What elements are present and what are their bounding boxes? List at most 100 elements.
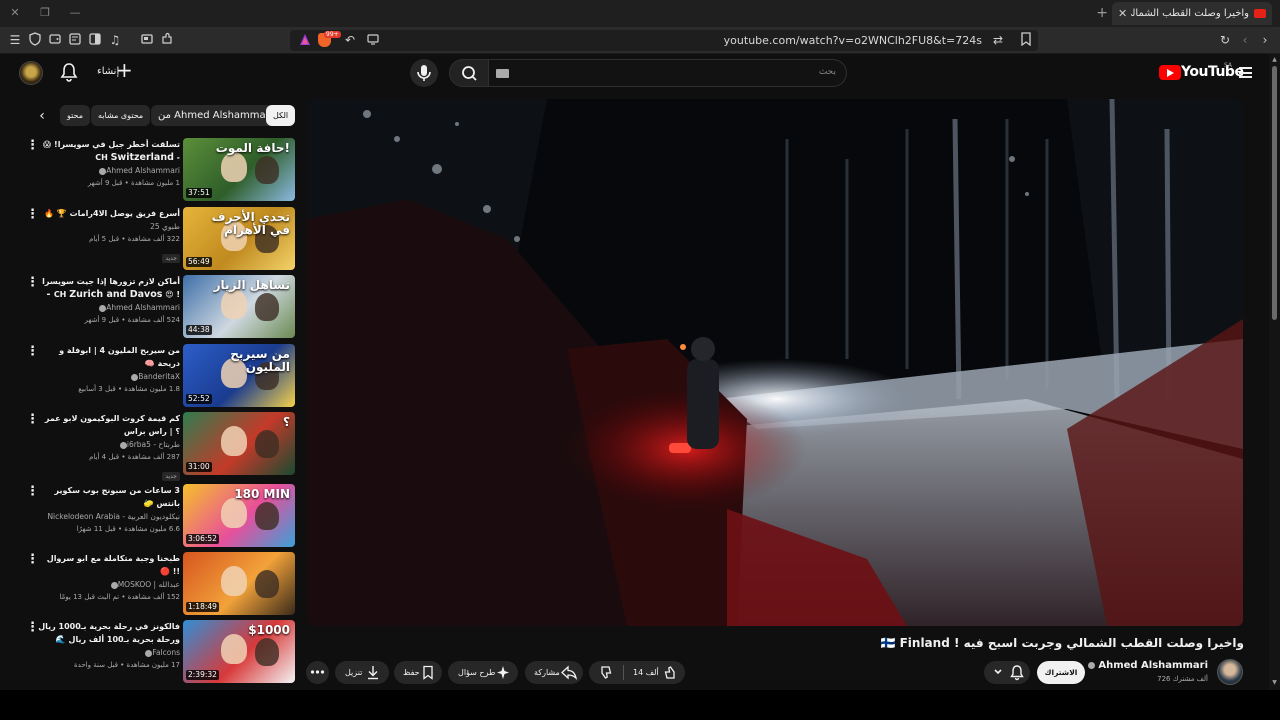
site-settings-icon[interactable]: ⇄: [990, 32, 1006, 48]
voice-search-button[interactable]: [410, 59, 438, 87]
scroll-up-icon[interactable]: ▲: [1271, 56, 1278, 63]
brave-rewards-icon[interactable]: [300, 34, 310, 46]
subscribe-button[interactable]: الاشتراك: [1037, 661, 1085, 684]
share-button[interactable]: مشاركة: [525, 661, 583, 684]
recommendation-card[interactable]: ⋮ طبخنا وجبة متكاملة مع ابو سروال !! 🔴 عبد…: [24, 552, 296, 616]
bookmark-icon[interactable]: [1018, 32, 1034, 48]
scrollbar-thumb[interactable]: [1272, 66, 1277, 320]
recommendation-thumbnail[interactable]: من سيربح المليون 52:52: [183, 344, 295, 407]
search-input[interactable]: بحث: [489, 59, 847, 87]
dislike-icon[interactable]: [599, 665, 615, 680]
recommendation-channel[interactable]: نيكلوديون العربية - Nickelodeon Arabia: [38, 510, 180, 523]
undo-icon[interactable]: ↶: [342, 32, 358, 48]
search-button[interactable]: [449, 59, 489, 87]
reload-icon[interactable]: ↻: [1217, 32, 1233, 48]
notification-preferences-button[interactable]: [984, 661, 1030, 684]
more-actions-button[interactable]: [306, 661, 329, 684]
more-options-icon[interactable]: ⋮: [26, 621, 39, 636]
recommendation-title[interactable]: طبخنا وجبة متكاملة مع ابو سروال !! 🔴: [38, 552, 180, 578]
recommendation-thumbnail[interactable]: $1000 2:39:32: [183, 620, 295, 683]
keyboard-icon[interactable]: [496, 69, 509, 78]
like-icon[interactable]: [661, 665, 677, 680]
new-tab-button[interactable]: +: [1096, 5, 1108, 21]
account-avatar[interactable]: [19, 61, 43, 85]
window-close-icon[interactable]: ✕: [7, 5, 23, 21]
chip-related[interactable]: محتوى مشابه: [91, 105, 151, 126]
ask-button[interactable]: طرح سؤال: [448, 661, 518, 684]
recommendation-thumbnail[interactable]: حافة الموت! 37:51: [183, 138, 295, 201]
chip-all[interactable]: الكل: [266, 105, 296, 126]
recommendation-channel[interactable]: طربتاح - i6rba5: [38, 438, 180, 451]
recommendation-title[interactable]: من سيربح المليون 4 | ابوفلة و دريحة 🧠: [38, 344, 180, 370]
more-options-icon[interactable]: ⋮: [26, 413, 39, 428]
recommendation-card[interactable]: ⋮ 3 ساعات من سبونج بوب سكوير بانتس 🧽 نيكلو…: [24, 484, 296, 548]
recommendation-channel[interactable]: Ahmed Alshammari: [38, 301, 180, 314]
create-plus-icon[interactable]: +: [116, 60, 133, 80]
recommendation-channel[interactable]: عبدالله | MOSKOO: [38, 578, 180, 591]
reading-list-icon[interactable]: [67, 32, 83, 48]
cast-icon[interactable]: [365, 32, 381, 48]
music-icon[interactable]: ♫: [107, 32, 123, 48]
screenshot-icon[interactable]: [139, 32, 155, 48]
more-options-icon[interactable]: ⋮: [26, 485, 39, 500]
like-count[interactable]: 14 ألف: [633, 661, 659, 684]
extensions-icon[interactable]: [159, 32, 175, 48]
recommendation-card[interactable]: ⋮ تسلقت أخطر جبل في سويسرا! 😱 - CH Switze…: [24, 138, 296, 202]
scroll-down-icon[interactable]: ▼: [1271, 679, 1278, 686]
forward-icon[interactable]: ›: [1257, 32, 1273, 48]
wallet-icon[interactable]: [47, 32, 63, 48]
shield-settings-icon[interactable]: [27, 32, 43, 48]
sidebar-toggle-icon[interactable]: [87, 32, 103, 48]
recommendation-title[interactable]: 3 ساعات من سبونج بوب سكوير بانتس 🧽: [38, 484, 180, 510]
tab-close-icon[interactable]: ✕: [1118, 7, 1127, 20]
subscriber-count: 726 ألف مشترك: [1157, 675, 1208, 683]
save-button[interactable]: حفظ: [394, 661, 442, 684]
window-maximize-icon[interactable]: ❐: [37, 5, 53, 21]
chip-related-partial[interactable]: محتو: [60, 105, 90, 126]
video-player[interactable]: [307, 99, 1243, 626]
youtube-logo-icon[interactable]: [1159, 65, 1181, 80]
recommendation-title[interactable]: تسلقت أخطر جبل في سويسرا! 😱 - CH Switzer…: [38, 138, 180, 164]
recommendation-title[interactable]: أسرع فريق يوصل الا4رامات 🏆 🔥: [38, 207, 180, 220]
recommendation-meta: 3 ساعات من سبونج بوب سكوير بانتس 🧽 نيكلود…: [38, 484, 180, 535]
channel-name[interactable]: Ahmed Alshammari: [1088, 660, 1208, 671]
recommendation-card[interactable]: ⋮ أماكن لازم تزورها إذا جيت سويسرا ! 😍 CH…: [24, 275, 296, 339]
chips-scroll-left-button[interactable]: ‹: [34, 108, 50, 124]
recommendation-channel[interactable]: طبوي 25: [38, 220, 180, 233]
region-code: SA: [1224, 62, 1233, 69]
menu-icon[interactable]: ☰: [7, 32, 23, 48]
recommendation-thumbnail[interactable]: ؟ 31:00: [183, 412, 295, 475]
page-scrollbar[interactable]: ▲ ▼: [1269, 54, 1280, 690]
more-options-icon[interactable]: ⋮: [26, 276, 39, 291]
recommendation-title[interactable]: أماكن لازم تزورها إذا جيت سويسرا ! 😍 CH …: [38, 275, 180, 301]
more-options-icon[interactable]: ⋮: [26, 208, 39, 223]
recommendation-thumbnail[interactable]: 180 MIN 3:06:52: [183, 484, 295, 547]
download-button[interactable]: تنزيل: [335, 661, 389, 684]
more-options-icon[interactable]: ⋮: [26, 139, 39, 154]
chip-from-channel[interactable]: من Ahmed Alshammari: [151, 105, 280, 126]
recommendation-title-en: Switzerland Mountains: [110, 152, 174, 163]
more-options-icon[interactable]: ⋮: [26, 553, 39, 568]
thumbnail-figure: [221, 566, 247, 596]
youtube-logo-text[interactable]: YouTube: [1181, 64, 1244, 80]
channel-avatar[interactable]: [1217, 659, 1243, 685]
recommendation-thumbnail[interactable]: 1:18:49: [183, 552, 295, 615]
guide-menu-icon[interactable]: [1239, 67, 1252, 78]
recommendation-channel[interactable]: Falcons: [38, 646, 180, 659]
recommendation-channel[interactable]: Ahmed Alshammari: [38, 164, 180, 177]
recommendation-card[interactable]: ⋮ كم قيمة كروت البوكيمون لابو عمر ؟ | راس…: [24, 412, 296, 481]
window-minimize-icon[interactable]: —: [67, 5, 83, 21]
recommendation-card[interactable]: ⋮ فالكونز في رحلة بحرية بـ1000 ريال ورحلة…: [24, 620, 296, 684]
more-options-icon[interactable]: ⋮: [26, 345, 39, 360]
recommendation-title[interactable]: فالكونز في رحلة بحرية بـ1000 ريال ورحلة …: [38, 620, 180, 646]
back-icon[interactable]: ‹: [1237, 32, 1253, 48]
recommendation-channel[interactable]: BanderitaX: [38, 370, 180, 383]
browser-tab-active[interactable]: واخيرا وصلت القطب الشمالي وجربت ✕: [1112, 2, 1272, 25]
recommendation-title[interactable]: كم قيمة كروت البوكيمون لابو عمر ؟ | راس …: [38, 412, 180, 438]
recommendation-card[interactable]: ⋮ أسرع فريق يوصل الا4رامات 🏆 🔥 طبوي 25 322 …: [24, 207, 296, 271]
notifications-bell-icon[interactable]: [60, 62, 78, 82]
address-bar[interactable]: 99+ ↶ youtube.com/watch?v=o2WNClh2FU8&t=…: [290, 30, 1038, 51]
recommendation-thumbnail[interactable]: تحدي الأحرف في الأهرام 56:49: [183, 207, 295, 270]
recommendation-thumbnail[interactable]: تساهل الزيار 44:38: [183, 275, 295, 338]
recommendation-card[interactable]: ⋮ من سيربح المليون 4 | ابوفلة و دريحة 🧠 Ba…: [24, 344, 296, 408]
